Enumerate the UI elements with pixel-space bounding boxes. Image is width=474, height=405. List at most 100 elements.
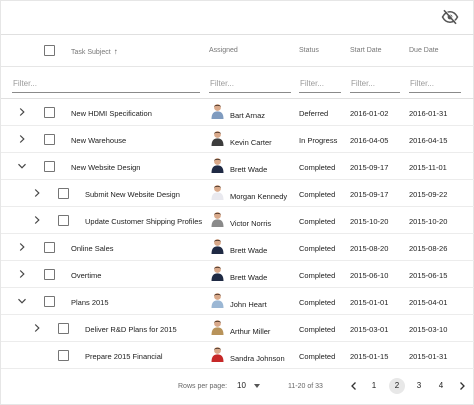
- rows-per-page-caret-icon[interactable]: [254, 384, 260, 388]
- status-cell: Deferred: [299, 109, 329, 118]
- column-header-due-date[interactable]: Due Date: [409, 47, 439, 54]
- pagination-footer: Rows per page: 10 11-20 of 33 1 2 3 4: [1, 373, 474, 403]
- row-select-checkbox[interactable]: [44, 296, 55, 307]
- table-row[interactable]: Overtime Brett Wade Completed 2015-06-10 201…: [1, 261, 474, 288]
- assigned-cell: Morgan Kennedy: [230, 192, 288, 201]
- table-row[interactable]: Online Sales Brett Wade Completed 2015-08-2…: [1, 234, 474, 261]
- avatar: [211, 347, 224, 362]
- avatar: [211, 239, 224, 254]
- column-chooser-eye-off-icon[interactable]: [441, 8, 459, 26]
- assigned-cell: Arthur Miller: [230, 327, 271, 336]
- start-date-cell: 2015-09-17: [350, 163, 389, 172]
- task-subject-cell: Submit New Website Design: [85, 190, 180, 199]
- filter-start-date-input[interactable]: [350, 75, 400, 93]
- page-range-text: 11-20 of 33: [288, 383, 323, 390]
- select-all-checkbox[interactable]: [44, 45, 55, 56]
- row-select-checkbox[interactable]: [44, 107, 55, 118]
- avatar: [211, 293, 224, 308]
- avatar: [211, 131, 224, 146]
- avatar: [211, 212, 224, 227]
- table-row[interactable]: New HDMI Specification Bart Arnaz Deferred…: [1, 99, 474, 126]
- table-row[interactable]: New Warehouse Kevin Carter In Progress 2016…: [1, 126, 474, 153]
- column-header-start-date[interactable]: Start Date: [350, 47, 382, 54]
- chevron-right-icon[interactable]: [17, 269, 27, 279]
- status-cell: Completed: [299, 271, 336, 280]
- assigned-cell: Sandra Johnson: [230, 354, 285, 363]
- next-page-icon[interactable]: [457, 381, 467, 391]
- chevron-right-icon[interactable]: [32, 188, 42, 198]
- assigned-cell: Brett Wade: [230, 273, 268, 282]
- column-header-assigned[interactable]: Assigned: [209, 47, 238, 54]
- grid-toolbar: [1, 1, 474, 35]
- status-cell: In Progress: [299, 136, 338, 145]
- row-select-checkbox[interactable]: [44, 242, 55, 253]
- row-select-checkbox[interactable]: [58, 215, 69, 226]
- start-date-cell: 2015-01-01: [350, 298, 389, 307]
- table-row[interactable]: Prepare 2015 Financial Sandra Johnson Comp…: [1, 342, 474, 369]
- column-header-status[interactable]: Status: [299, 47, 319, 54]
- chevron-right-icon[interactable]: [17, 107, 27, 117]
- chevron-right-icon[interactable]: [32, 215, 42, 225]
- rows-per-page-label: Rows per page:: [178, 383, 228, 390]
- sort-ascending-icon[interactable]: ↑: [114, 47, 118, 56]
- start-date-cell: 2015-03-01: [350, 325, 389, 334]
- avatar: [211, 104, 224, 119]
- assigned-cell: Victor Norris: [230, 219, 272, 228]
- table-row[interactable]: Submit New Website Design Morgan Kennedy C…: [1, 180, 474, 207]
- task-subject-cell: Deliver R&D Plans for 2015: [85, 325, 177, 334]
- status-cell: Completed: [299, 298, 336, 307]
- filter-due-date-input[interactable]: [409, 75, 461, 93]
- filter-status-input[interactable]: [299, 75, 341, 93]
- due-date-cell: 2015-01-31: [409, 352, 448, 361]
- page-button-3[interactable]: 3: [411, 378, 427, 394]
- data-grid: Task Subject ↑ Assigned Status Start Date…: [0, 0, 474, 405]
- avatar: [211, 158, 224, 173]
- page-button-4[interactable]: 4: [433, 378, 449, 394]
- filter-row: [1, 67, 474, 99]
- assigned-cell: John Heart: [230, 300, 267, 309]
- due-date-cell: 2015-06-15: [409, 271, 448, 280]
- table-row[interactable]: Deliver R&D Plans for 2015 Arthur Miller C…: [1, 315, 474, 342]
- start-date-cell: 2016-01-02: [350, 109, 389, 118]
- page-button-2[interactable]: 2: [389, 378, 405, 394]
- row-select-checkbox[interactable]: [58, 188, 69, 199]
- task-subject-cell: Update Customer Shipping Profiles: [85, 217, 203, 226]
- table-row[interactable]: Update Customer Shipping Profiles Victor …: [1, 207, 474, 234]
- row-select-checkbox[interactable]: [44, 134, 55, 145]
- chevron-right-icon[interactable]: [17, 242, 27, 252]
- chevron-right-icon[interactable]: [17, 134, 27, 144]
- due-date-cell: 2015-11-01: [409, 163, 447, 172]
- status-cell: Completed: [299, 217, 336, 226]
- filter-assigned-input[interactable]: [209, 75, 291, 93]
- start-date-cell: 2015-01-15: [350, 352, 389, 361]
- start-date-cell: 2015-09-17: [350, 190, 389, 199]
- row-select-checkbox[interactable]: [44, 161, 55, 172]
- task-subject-cell: New Website Design: [71, 163, 141, 172]
- due-date-cell: 2015-03-10: [409, 325, 448, 334]
- chevron-down-icon[interactable]: [17, 161, 27, 171]
- page-button-1[interactable]: 1: [366, 378, 382, 394]
- due-date-cell: 2016-04-15: [409, 136, 448, 145]
- status-cell: Completed: [299, 352, 336, 361]
- start-date-cell: 2015-08-20: [350, 244, 389, 253]
- task-subject-cell: New Warehouse: [71, 136, 127, 145]
- table-row[interactable]: New Website Design Brett Wade Completed 201…: [1, 153, 474, 180]
- task-subject-cell: Prepare 2015 Financial: [85, 352, 163, 361]
- previous-page-icon[interactable]: [349, 381, 359, 391]
- row-select-checkbox[interactable]: [58, 350, 69, 361]
- table-row[interactable]: Plans 2015 John Heart Completed 2015-01-01 2…: [1, 288, 474, 315]
- chevron-right-icon[interactable]: [32, 323, 42, 333]
- avatar: [211, 320, 224, 335]
- avatar: [211, 185, 224, 200]
- due-date-cell: 2016-01-31: [409, 109, 448, 118]
- filter-task-subject-input[interactable]: [12, 75, 200, 93]
- due-date-cell: 2015-10-20: [409, 217, 448, 226]
- row-select-checkbox[interactable]: [44, 269, 55, 280]
- rows-per-page-select[interactable]: 10: [237, 381, 246, 390]
- due-date-cell: 2015-04-01: [409, 298, 448, 307]
- column-header-task-subject[interactable]: Task Subject ↑: [71, 47, 118, 56]
- assigned-cell: Brett Wade: [230, 246, 268, 255]
- row-select-checkbox[interactable]: [58, 323, 69, 334]
- task-subject-cell: Overtime: [71, 271, 102, 280]
- chevron-down-icon[interactable]: [17, 296, 27, 306]
